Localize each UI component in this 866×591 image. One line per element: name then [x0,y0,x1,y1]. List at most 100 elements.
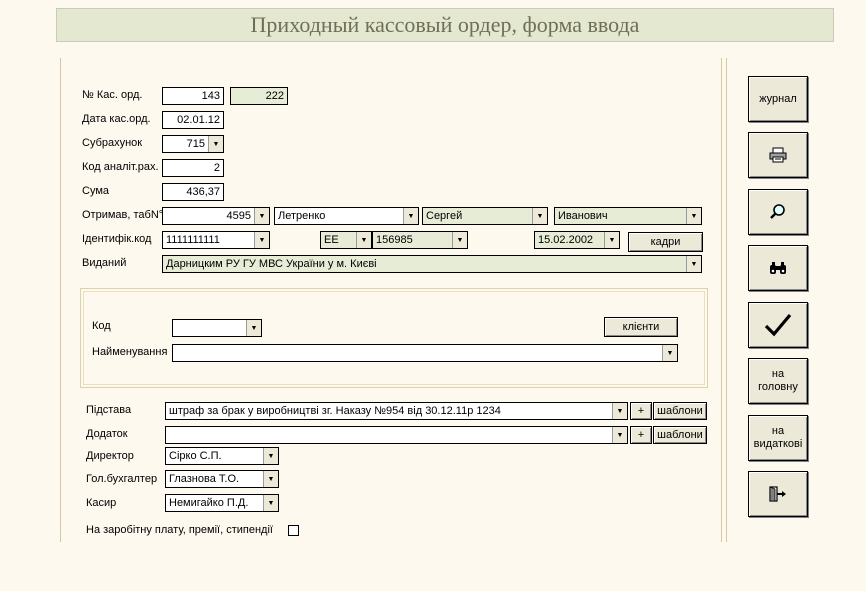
recipient-tab-select[interactable]: 4595 ▼ [162,207,270,225]
subaccount-value: 715 [186,138,205,150]
client-name-value [173,345,662,361]
order-no-label: № Кас. орд. [82,89,143,101]
surname-value: Летренко [278,210,326,222]
client-name-select[interactable]: ▼ [172,344,678,362]
director-value: Сірко С.П. [169,450,222,462]
cashier-value: Немигайко П.Д. [169,497,249,509]
order-no-field[interactable]: 143 [162,87,224,105]
chevron-down-icon[interactable]: ▼ [662,345,677,361]
chevron-down-icon[interactable]: ▼ [263,448,278,464]
binoculars-icon [770,262,786,274]
journal-button[interactable]: журнал [748,76,808,122]
client-code-label: Код [92,320,111,332]
basis-value: штраф за брак у виробництві зг. Наказу №… [169,405,501,417]
passport-series-select[interactable]: EE ▼ [320,231,372,249]
print-button[interactable] [748,132,808,178]
analytic-code-field[interactable]: 2 [162,159,224,177]
chevron-down-icon[interactable]: ▼ [254,208,269,224]
form-left-border [60,58,61,542]
printer-icon [769,147,787,163]
passport-date-value: 15.02.2002 [538,234,594,246]
chevron-down-icon[interactable]: ▼ [208,136,223,152]
chevron-down-icon[interactable]: ▼ [686,208,701,224]
name-value: Сергей [426,210,463,222]
analytic-code-label: Код аналіт.рах. [82,161,159,173]
client-name-label: Найменування [92,346,168,358]
chevron-down-icon[interactable]: ▼ [604,232,619,248]
chevron-down-icon[interactable]: ▼ [356,232,371,248]
ident-code-select[interactable]: 1111111111 ▼ [162,231,270,249]
passport-series-value: EE [324,234,339,246]
checkmark-icon [764,313,792,337]
chevron-down-icon[interactable]: ▼ [452,232,467,248]
order-no-secondary-field[interactable]: 222 [230,87,288,105]
issued-value: Дарницким РУ ГУ МВС України у м. Києві [166,258,377,270]
chevron-down-icon[interactable]: ▼ [254,232,269,248]
issued-label: Виданий [82,257,127,269]
chevron-down-icon[interactable]: ▼ [532,208,547,224]
find-button[interactable] [748,245,808,291]
form-right-border-2 [726,58,727,542]
magnifier-icon [770,204,785,219]
basis-templates-button[interactable]: шаблони [653,402,707,420]
basis-add-button[interactable]: + [630,402,652,420]
to-main-button-label: на головну [758,368,798,393]
addendum-value [166,427,612,443]
to-main-button[interactable]: на головну [748,358,808,404]
addendum-label: Додаток [86,428,128,440]
chevron-down-icon[interactable]: ▼ [686,256,701,272]
addendum-templates-button[interactable]: шаблони [653,426,707,444]
salary-checkbox-label: На заробітну плату, премії, стипендії [86,524,273,536]
chevron-down-icon[interactable]: ▼ [263,471,278,487]
chief-accountant-value: Глазнова Т.О. [169,473,240,485]
journal-button-label: журнал [759,92,797,105]
cashier-select[interactable]: Немигайко П.Д. ▼ [165,494,279,512]
subaccount-label: Субрахунок [82,137,143,149]
sum-field[interactable]: 436,37 [162,183,224,201]
chevron-down-icon[interactable]: ▼ [612,403,627,419]
page-title: Приходный кассовый ордер, форма ввода [56,8,834,42]
chevron-down-icon[interactable]: ▼ [263,495,278,511]
recipient-label: Отримав, табN° [82,209,164,221]
chief-accountant-select[interactable]: Глазнова Т.О. ▼ [165,470,279,488]
client-group-box [80,288,708,388]
date-label: Дата кас.орд. [82,113,151,125]
surname-select[interactable]: Летренко ▼ [274,207,419,225]
subaccount-select[interactable]: 715 ▼ [162,135,224,153]
staff-button[interactable]: кадри [628,232,703,252]
ident-code-label: Ідентифік.код [82,233,152,245]
recipient-tab-value: 4595 [226,210,251,222]
issued-select[interactable]: Дарницким РУ ГУ МВС України у м. Києві ▼ [162,255,702,273]
form-right-border-1 [721,58,722,542]
search-button[interactable] [748,189,808,235]
chevron-down-icon[interactable]: ▼ [403,208,418,224]
exit-door-icon [769,486,786,502]
ident-code-value: 1111111111 [166,234,220,246]
basis-select[interactable]: штраф за брак у виробництві зг. Наказу №… [165,402,628,420]
name-select[interactable]: Сергей ▼ [422,207,548,225]
addendum-select[interactable]: ▼ [165,426,628,444]
passport-number-select[interactable]: 156985 ▼ [372,231,468,249]
basis-label: Підстава [86,404,132,416]
date-field[interactable]: 02.01.12 [162,111,224,129]
client-code-select[interactable]: ▼ [172,319,262,337]
director-select[interactable]: Сірко С.П. ▼ [165,447,279,465]
to-expense-button[interactable]: на видаткові [748,415,808,461]
cashier-label: Касир [86,497,117,509]
client-code-value [173,320,246,336]
to-expense-button-label: на видаткові [753,425,803,450]
patronymic-value: Иванович [558,210,608,222]
patronymic-select[interactable]: Иванович ▼ [554,207,702,225]
exit-button[interactable] [748,471,808,517]
passport-date-select[interactable]: 15.02.2002 ▼ [534,231,620,249]
passport-number-value: 156985 [376,234,413,246]
director-label: Директор [86,450,134,462]
salary-checkbox[interactable] [288,525,299,536]
chevron-down-icon[interactable]: ▼ [246,320,261,336]
sum-label: Сума [82,185,110,197]
addendum-add-button[interactable]: + [630,426,652,444]
chevron-down-icon[interactable]: ▼ [612,427,627,443]
clients-button[interactable]: клієнти [604,317,678,337]
chief-accountant-label: Гол.бухгалтер [86,473,158,485]
ok-button[interactable] [748,302,808,348]
